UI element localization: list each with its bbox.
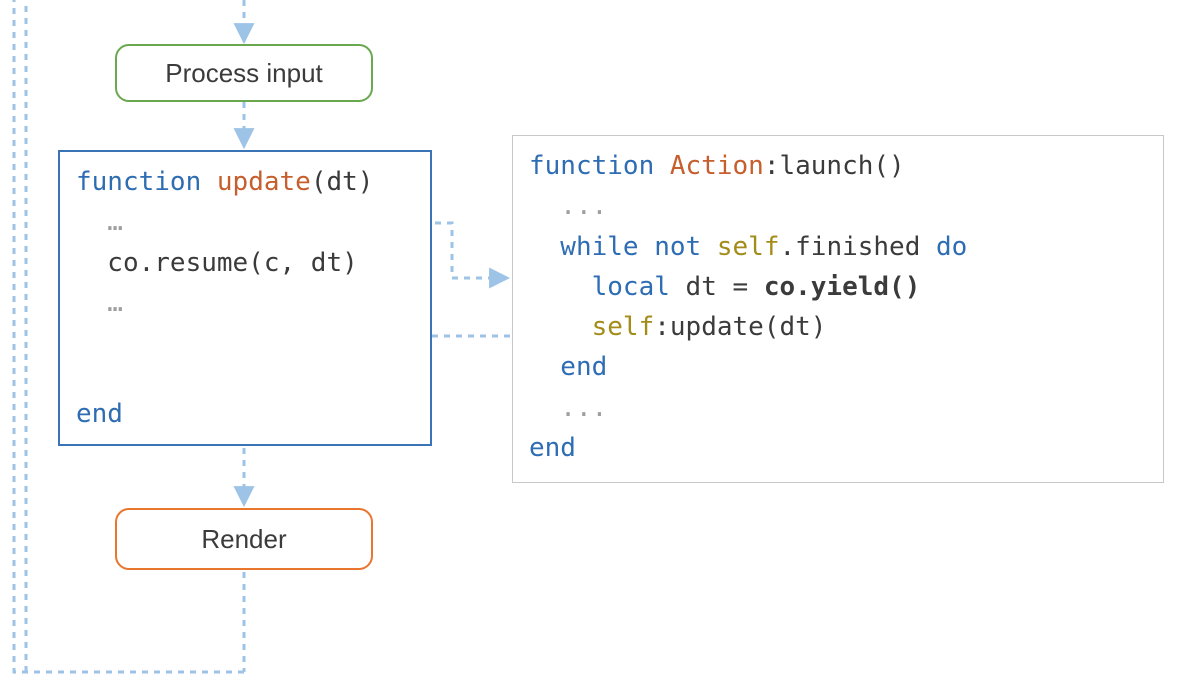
code-line: end bbox=[529, 347, 1147, 387]
code-line: function Action:launch() bbox=[529, 146, 1147, 186]
code-line: end bbox=[76, 394, 123, 434]
code-line: ... bbox=[529, 186, 1147, 226]
code-line: … bbox=[76, 283, 414, 323]
code-line: function update(dt) bbox=[76, 162, 414, 202]
code-box-launch: function Action:launch() ... while not s… bbox=[512, 135, 1164, 483]
code-box-update: function update(dt) … co.resume(c, dt) …… bbox=[58, 150, 432, 446]
code-line: co.resume(c, dt) bbox=[76, 243, 414, 283]
node-process-input: Process input bbox=[115, 44, 373, 102]
node-render: Render bbox=[115, 508, 373, 570]
code-line: end bbox=[529, 428, 1147, 468]
node-render-label: Render bbox=[201, 524, 286, 555]
code-line: … bbox=[76, 202, 414, 242]
node-process-input-label: Process input bbox=[165, 58, 323, 89]
code-line: ... bbox=[529, 388, 1147, 428]
code-line: self:update(dt) bbox=[529, 307, 1147, 347]
code-line: local dt = co.yield() bbox=[529, 267, 1147, 307]
code-line: while not self.finished do bbox=[529, 227, 1147, 267]
